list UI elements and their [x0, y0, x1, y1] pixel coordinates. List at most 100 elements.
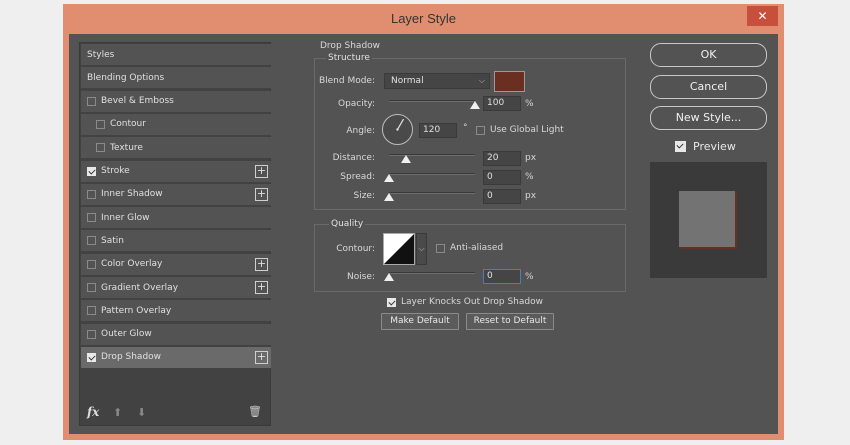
sidebar-item[interactable]: Inner Shadow + — [81, 183, 271, 206]
sidebar-item-checkbox[interactable] — [87, 352, 96, 362]
spread-unit: % — [525, 172, 534, 182]
trash-icon[interactable]: 🗑 — [248, 405, 262, 418]
layer-style-dialog: Layer Style ✕ Styles Blending Options Beve… — [63, 4, 784, 440]
angle-input[interactable]: 120 — [419, 123, 457, 138]
move-up-icon[interactable]: ⬆ — [113, 406, 122, 419]
use-global-light-checkbox[interactable]: Use Global Light — [476, 125, 564, 135]
use-global-light-box[interactable] — [476, 125, 485, 135]
cancel-button[interactable]: Cancel — [650, 75, 767, 99]
make-default-button[interactable]: Make Default — [381, 313, 459, 330]
move-down-icon[interactable]: ⬇ — [137, 406, 146, 419]
sidebar-item-checkbox[interactable] — [87, 283, 96, 292]
sidebar-item[interactable]: Blending Options — [81, 67, 271, 90]
anti-aliased-checkbox[interactable]: Anti-aliased — [436, 243, 503, 253]
size-input[interactable]: 0 — [483, 189, 521, 204]
knockout-label: Layer Knocks Out Drop Shadow — [401, 297, 543, 307]
contour-dropdown[interactable]: ⌵ — [416, 233, 427, 265]
spread-slider-thumb[interactable] — [384, 174, 394, 182]
spread-input[interactable]: 0 — [483, 170, 521, 185]
noise-input[interactable]: 0 — [483, 269, 521, 284]
distance-label: Distance: — [332, 153, 375, 163]
sidebar-item[interactable]: Pattern Overlay — [81, 300, 271, 323]
sidebar-item-checkbox[interactable] — [96, 143, 105, 153]
sidebar-item[interactable]: Drop Shadow + — [81, 346, 271, 369]
angle-dial[interactable] — [382, 114, 413, 145]
preview-box[interactable] — [675, 141, 686, 152]
opacity-unit: % — [525, 99, 534, 109]
sidebar-item-checkbox[interactable] — [87, 329, 96, 339]
add-effect-icon[interactable]: + — [255, 350, 268, 364]
sidebar-item-label: Color Overlay — [101, 259, 163, 270]
sidebar-item-checkbox[interactable] — [96, 119, 105, 129]
noise-slider-track[interactable] — [389, 272, 475, 274]
preview-checkbox[interactable]: Preview — [675, 140, 736, 153]
sidebar-item[interactable]: Outer Glow — [81, 323, 271, 346]
sidebar-item[interactable]: Gradient Overlay + — [81, 277, 271, 299]
size-unit: px — [525, 191, 537, 201]
anti-aliased-label: Anti-aliased — [450, 243, 504, 253]
sidebar-item-checkbox[interactable] — [87, 259, 96, 269]
chevron-down-icon: ⌵ — [418, 244, 425, 253]
close-icon: ✕ — [757, 9, 768, 23]
sidebar-item-checkbox[interactable] — [87, 96, 96, 106]
spread-slider-track[interactable] — [389, 173, 475, 175]
sidebar-item-label: Pattern Overlay — [101, 305, 172, 316]
chevron-down-icon: ⌵ — [478, 76, 485, 85]
styles-list: Styles Blending Options Bevel & Emboss Cont… — [79, 42, 271, 426]
add-effect-icon[interactable]: + — [255, 187, 268, 201]
size-slider-track[interactable] — [389, 192, 475, 194]
close-button[interactable]: ✕ — [747, 6, 778, 26]
sidebar-item-label: Satin — [101, 235, 124, 246]
opacity-slider-track[interactable] — [389, 100, 475, 102]
sidebar-item-label: Inner Glow — [101, 212, 150, 223]
sidebar-item[interactable]: Inner Glow — [81, 207, 271, 230]
spread-label: Spread: — [340, 172, 375, 182]
angle-label: Angle: — [346, 126, 375, 136]
fx-icon[interactable]: fx — [87, 405, 99, 419]
sidebar-item-label: Texture — [110, 142, 143, 153]
blend-mode-select[interactable]: Normal ⌵ — [384, 73, 490, 89]
opacity-input[interactable]: 100 — [483, 96, 521, 111]
sidebar-item-label: Contour — [110, 119, 146, 130]
sidebar-item[interactable]: Styles — [81, 44, 271, 66]
sidebar-item[interactable]: Contour — [81, 113, 271, 136]
size-slider-thumb[interactable] — [384, 193, 394, 201]
noise-label: Noise: — [347, 272, 375, 282]
sidebar-item[interactable]: Satin — [81, 230, 271, 253]
sidebar-item-checkbox[interactable] — [87, 189, 96, 199]
new-style-button[interactable]: New Style... — [650, 106, 767, 130]
opacity-label: Opacity: — [338, 99, 375, 109]
sidebar-item-checkbox[interactable] — [87, 166, 96, 176]
sidebar-item[interactable]: Texture — [81, 137, 271, 160]
sidebar-item-label: Gradient Overlay — [101, 282, 179, 293]
distance-input[interactable]: 20 — [483, 151, 521, 166]
sidebar-item-label: Blending Options — [87, 72, 165, 83]
knockout-box[interactable] — [387, 297, 396, 307]
anti-aliased-box[interactable] — [436, 243, 445, 253]
sidebar-item-label: Bevel & Emboss — [101, 96, 174, 107]
sidebar-item-checkbox[interactable] — [87, 306, 96, 316]
knockout-checkbox[interactable]: Layer Knocks Out Drop Shadow — [387, 297, 543, 307]
noise-slider-thumb[interactable] — [384, 273, 394, 281]
sidebar-item[interactable]: Color Overlay + — [81, 253, 271, 276]
sidebar-item-checkbox[interactable] — [87, 213, 96, 223]
add-effect-icon[interactable]: + — [255, 164, 268, 178]
sidebar-item[interactable]: Stroke + — [81, 160, 271, 183]
ok-button[interactable]: OK — [650, 43, 767, 67]
size-label: Size: — [353, 191, 375, 201]
title-bar[interactable]: Layer Style ✕ — [63, 4, 784, 34]
sidebar-item-checkbox[interactable] — [87, 236, 96, 246]
reset-to-default-button[interactable]: Reset to Default — [466, 313, 554, 330]
contour-curve-icon — [384, 234, 414, 264]
sidebar-item-label: Stroke — [101, 166, 130, 176]
shadow-color-swatch[interactable] — [494, 71, 525, 92]
use-global-light-label: Use Global Light — [490, 125, 564, 135]
add-effect-icon[interactable]: + — [255, 257, 268, 271]
contour-preview[interactable] — [383, 233, 415, 265]
sidebar-item[interactable]: Bevel & Emboss — [81, 90, 271, 113]
add-effect-icon[interactable]: + — [255, 281, 268, 294]
opacity-slider-thumb[interactable] — [470, 101, 480, 109]
sidebar-item-label: Drop Shadow — [101, 352, 162, 363]
distance-slider-thumb[interactable] — [401, 155, 412, 163]
section-title: Drop Shadow — [320, 41, 381, 51]
